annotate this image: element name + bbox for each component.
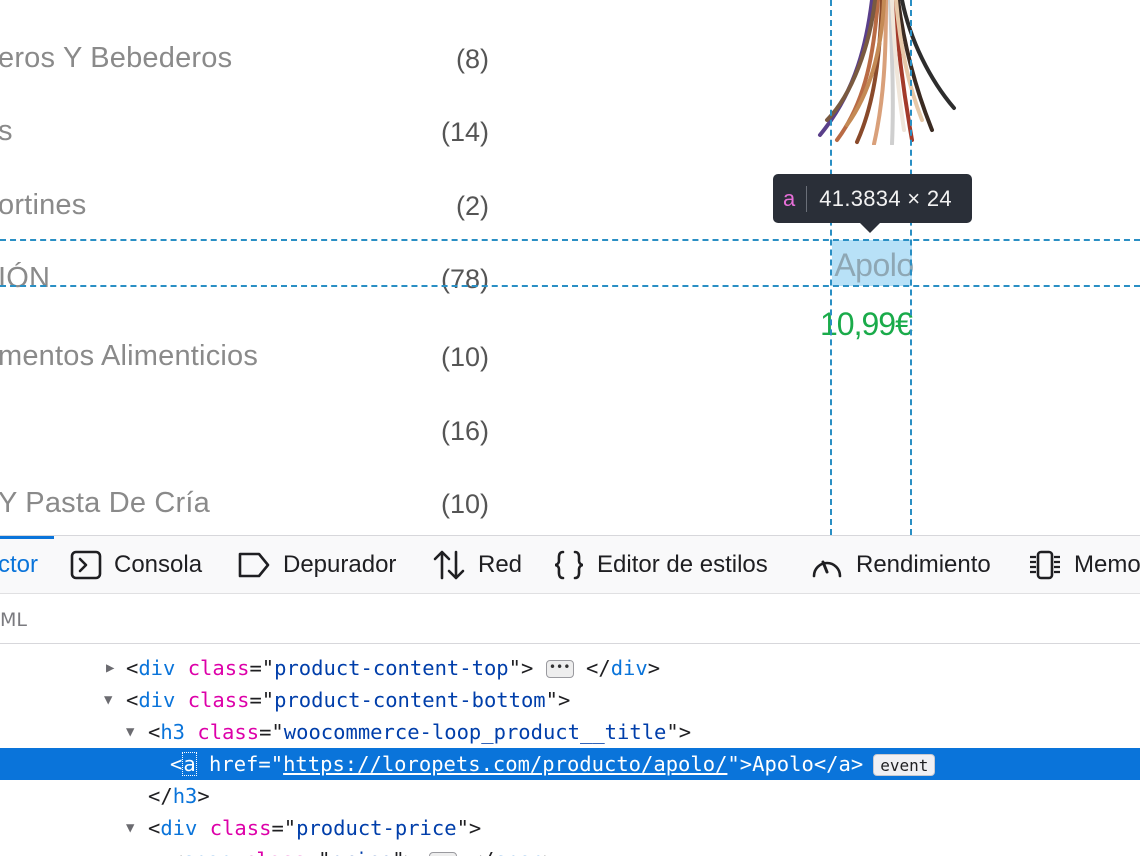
tag-name: h3 bbox=[160, 720, 186, 744]
tab-memory[interactable]: Memo bbox=[1028, 536, 1140, 594]
tag-name: div bbox=[138, 656, 176, 680]
tag-name: a bbox=[182, 752, 197, 776]
attr-name: href bbox=[209, 752, 259, 776]
attr-value-link[interactable]: https://loropets.com/producto/apolo/ bbox=[283, 752, 727, 776]
category-count: (78) bbox=[440, 264, 489, 294]
attr-value: product-content-top bbox=[274, 656, 509, 680]
collapse-arrow-icon[interactable]: ▼ bbox=[104, 684, 112, 716]
tab-console[interactable]: Consola bbox=[70, 536, 202, 594]
category-count: (14) bbox=[440, 117, 489, 147]
category-name[interactable]: mentos Alimenticios bbox=[0, 340, 258, 373]
category-name[interactable]: ortines bbox=[0, 189, 86, 222]
category-count: (10) bbox=[440, 489, 489, 519]
network-icon bbox=[432, 549, 466, 581]
markup-node[interactable]: </h3> bbox=[0, 780, 1140, 812]
attr-value: product-content-bottom bbox=[274, 688, 546, 712]
category-count: (8) bbox=[456, 44, 489, 74]
memory-icon bbox=[1028, 549, 1062, 581]
tab-inspector[interactable]: ctor bbox=[0, 536, 38, 594]
collapsed-content-icon[interactable]: ••• bbox=[429, 852, 458, 856]
tab-network[interactable]: Red bbox=[432, 536, 522, 594]
closing-tag-name: span bbox=[494, 848, 543, 856]
guide-line-top bbox=[0, 239, 1140, 241]
tooltip-dimensions: 41.3834 × 24 bbox=[819, 185, 952, 211]
expand-arrow-icon[interactable]: ▶ bbox=[150, 844, 158, 856]
devtools-toolbar: ctor Consola Depurador Red Editor de est bbox=[0, 536, 1140, 594]
closing-tag-name: div bbox=[610, 656, 648, 680]
expand-arrow-icon[interactable]: ▶ bbox=[106, 652, 114, 684]
collapse-arrow-icon[interactable]: ▼ bbox=[126, 812, 134, 844]
category-count: (16) bbox=[440, 416, 489, 446]
product-title-link[interactable]: Apolo bbox=[832, 247, 916, 284]
collapsed-content-icon[interactable]: ••• bbox=[545, 660, 574, 678]
tab-label: Rendimiento bbox=[856, 551, 991, 578]
markup-node[interactable]: ▶ <span class="price"> ••• </span> bbox=[0, 844, 1140, 856]
category-name[interactable]: eros Y Bebederos bbox=[0, 42, 232, 75]
category-name[interactable]: IÓN bbox=[0, 262, 50, 295]
markup-node[interactable]: ▼ <h3 class="woocommerce-loop_product__t… bbox=[0, 716, 1140, 748]
collapse-arrow-icon[interactable]: ▼ bbox=[126, 716, 134, 748]
attr-name: class bbox=[197, 720, 260, 744]
event-badge[interactable]: event bbox=[873, 754, 936, 776]
element-size-tooltip: a 41.3834 × 24 bbox=[773, 174, 972, 233]
style-editor-icon bbox=[553, 550, 585, 580]
markup-node[interactable]: ▼ <div class="product-price"> bbox=[0, 812, 1140, 844]
tab-label: Red bbox=[478, 551, 523, 578]
tab-style-editor[interactable]: Editor de estilos bbox=[553, 536, 768, 594]
category-name[interactable]: Y Pasta De Cría bbox=[0, 487, 210, 520]
attr-name: class bbox=[187, 688, 250, 712]
tag-name: div bbox=[138, 688, 176, 712]
debugger-icon bbox=[237, 551, 271, 579]
guide-line-left bbox=[830, 0, 832, 535]
category-count: (2) bbox=[456, 191, 489, 221]
tab-label: Memo bbox=[1074, 551, 1140, 578]
category-count: (10) bbox=[440, 342, 489, 372]
tab-label: ctor bbox=[0, 551, 39, 578]
tag-name: span bbox=[182, 848, 231, 856]
closing-tag-name: a bbox=[838, 752, 851, 776]
tooltip-tag-name: a bbox=[783, 185, 796, 211]
attr-value: product-price bbox=[296, 816, 457, 840]
closing-tag-name: h3 bbox=[172, 784, 198, 808]
tab-label: Editor de estilos bbox=[597, 551, 768, 578]
tag-open-bracket: < bbox=[170, 752, 183, 776]
tab-label: Depurador bbox=[283, 551, 397, 578]
text-node: Apolo bbox=[752, 752, 814, 776]
tab-debugger[interactable]: Depurador bbox=[237, 536, 396, 594]
attr-name: class bbox=[187, 656, 250, 680]
attr-name: class bbox=[209, 816, 272, 840]
attr-name: class bbox=[244, 848, 306, 856]
tab-performance[interactable]: Rendimiento bbox=[810, 536, 991, 594]
markup-node[interactable]: ▼ <div class="product-content-bottom"> bbox=[0, 684, 1140, 716]
breadcrumb: ML bbox=[0, 594, 1140, 644]
product-image[interactable] bbox=[812, 0, 962, 145]
guide-line-bottom bbox=[0, 285, 1140, 287]
markup-view: ▶ <div class="product-content-top"> ••• … bbox=[0, 644, 1140, 856]
tooltip-separator bbox=[806, 185, 808, 212]
markup-node-selected[interactable]: <a href="https://loropets.com/producto/a… bbox=[0, 748, 1140, 780]
performance-icon bbox=[810, 550, 844, 580]
attr-value: woocommerce-loop_product__title bbox=[283, 720, 667, 744]
tab-label: Consola bbox=[114, 551, 203, 578]
guide-line-right bbox=[910, 0, 912, 535]
category-name[interactable]: s bbox=[0, 115, 13, 148]
tag-name: div bbox=[160, 816, 198, 840]
devtools-panel: ctor Consola Depurador Red Editor de est bbox=[0, 535, 1140, 856]
product-price: 10,99€ bbox=[820, 306, 913, 342]
attr-value: price bbox=[330, 848, 392, 856]
breadcrumb-label[interactable]: ML bbox=[0, 609, 27, 631]
markup-node[interactable]: ▶ <div class="product-content-top"> ••• … bbox=[0, 652, 1140, 684]
console-icon bbox=[70, 550, 102, 580]
web-page-viewport: eros Y Bebederos (8) s (14) ortines (2) … bbox=[0, 0, 1140, 535]
